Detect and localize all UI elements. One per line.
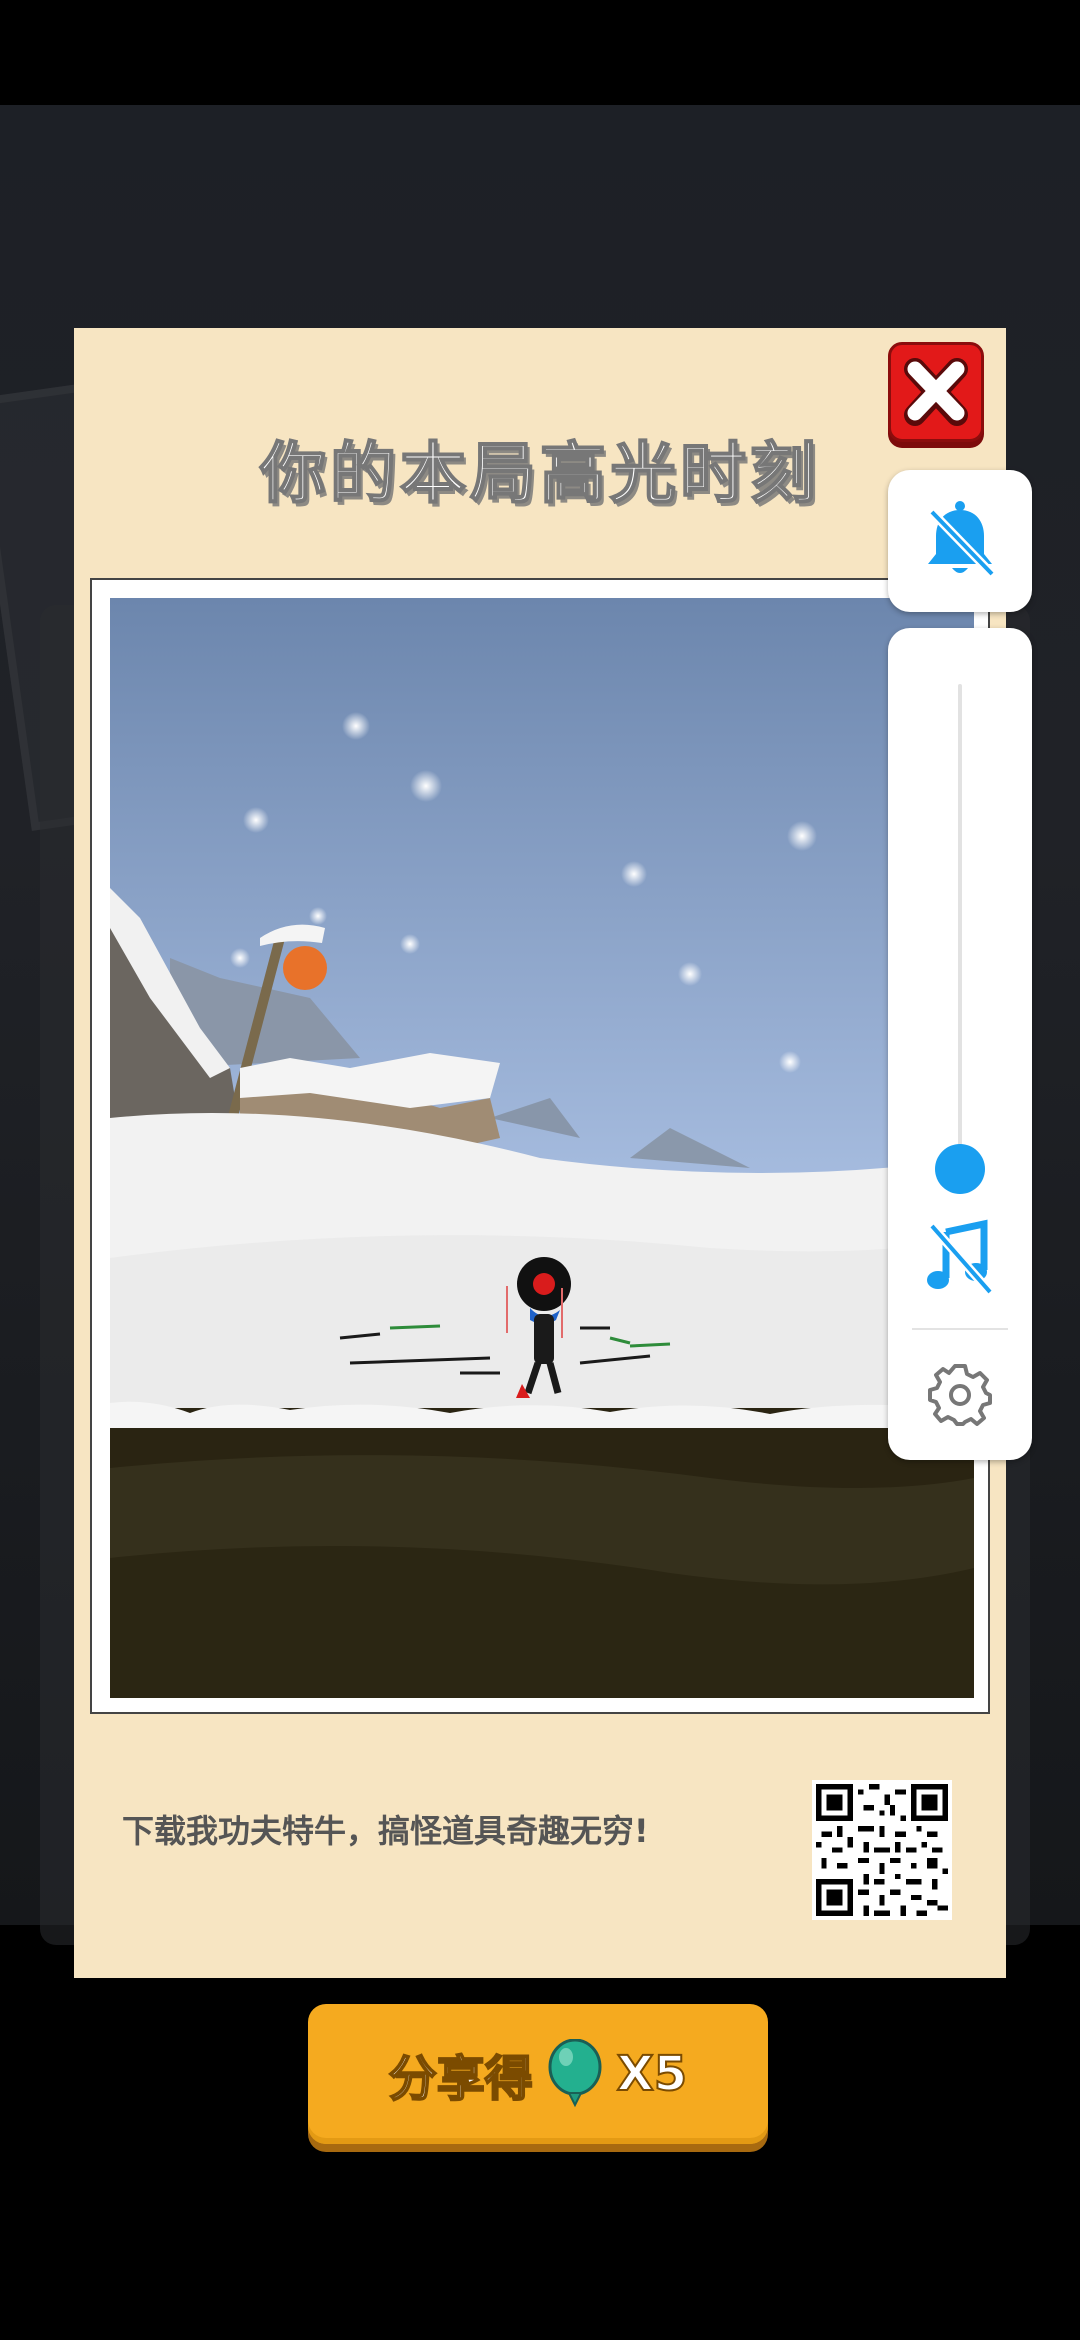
balloon-icon [548, 2039, 602, 2108]
music-off-icon[interactable] [924, 1218, 996, 1298]
audio-settings-panel [888, 628, 1032, 1460]
panel-divider [912, 1328, 1008, 1330]
promo-text: 下载我功夫特牛，搞怪道具奇趣无穷! [122, 1812, 649, 1850]
game-screenshot [110, 598, 974, 1698]
close-icon [904, 358, 968, 426]
gear-icon[interactable] [928, 1362, 992, 1426]
qr-code [812, 1780, 952, 1920]
share-button-label: 分享得 [388, 2050, 534, 2108]
card-title: 你的本局高光时刻 [259, 434, 820, 513]
bell-off-icon [928, 501, 996, 578]
volume-slider-track[interactable] [958, 684, 962, 1194]
highlight-card: 你的本局高光时刻 下载我功夫特牛，搞怪道具奇趣无穷! [74, 328, 1006, 1978]
notification-toggle[interactable] [888, 470, 1032, 612]
close-button[interactable] [888, 342, 984, 442]
volume-slider-thumb[interactable] [935, 1144, 985, 1194]
share-button[interactable]: 分享得 X5 [308, 2004, 768, 2144]
share-reward-multiplier: X5 [616, 2045, 688, 2103]
highlight-photo-frame [90, 578, 990, 1714]
